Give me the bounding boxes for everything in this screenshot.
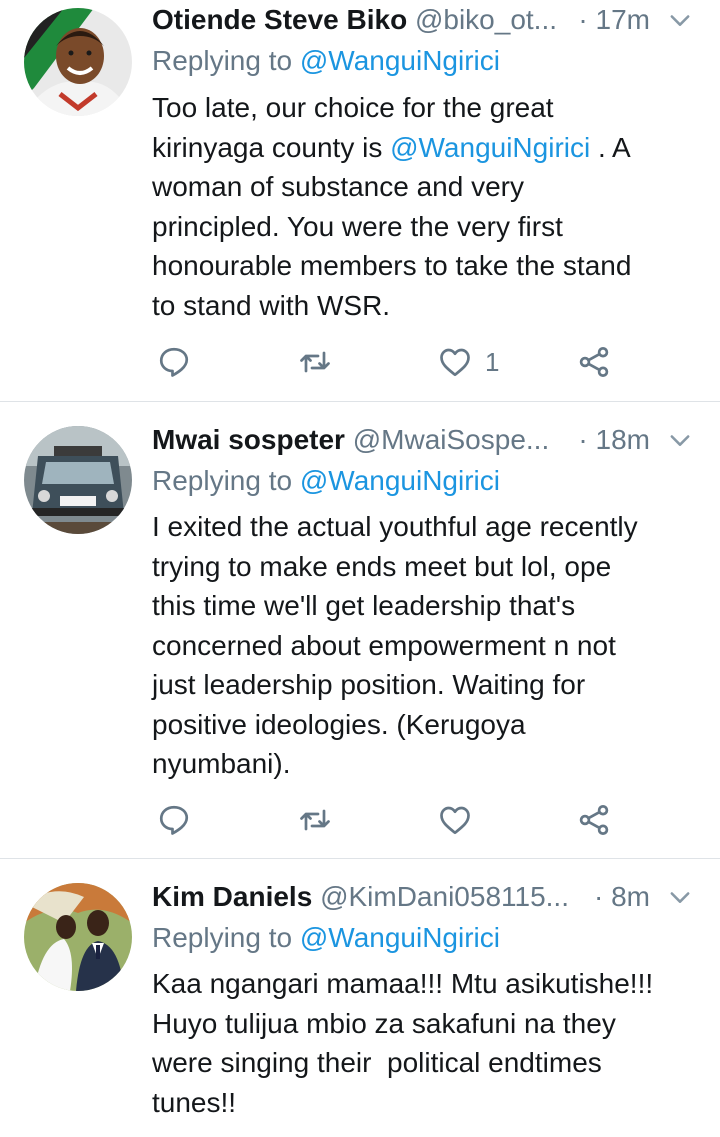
chevron-down-icon[interactable] (666, 883, 694, 911)
replying-prefix: Replying to (152, 465, 293, 496)
retweet-button[interactable] (297, 342, 333, 382)
tweet-line: to stand with WSR. (152, 286, 692, 326)
chevron-down-icon[interactable] (666, 6, 694, 34)
reply-icon (159, 805, 189, 835)
tweet-line: principled. You were the very first (152, 207, 692, 247)
share-button[interactable] (576, 342, 612, 382)
text-span: to stand with WSR. (152, 289, 391, 321)
tweet-line: positive ideologies. (Kerugoya (152, 705, 692, 745)
tweet-text: Kaa ngangari mamaa!!! Mtu asikutishe!!! … (152, 964, 692, 1122)
text-span: Kaa ngangari mamaa!!! Mtu asikutishe!!! (152, 968, 654, 999)
replying-to: Replying to @WanguiNgirici (152, 919, 500, 957)
tweet-header: Otiende Steve Biko @biko_ot... · 17m (152, 0, 700, 40)
like-button[interactable] (437, 800, 485, 840)
tweet-line: Kaa ngangari mamaa!!! Mtu asikutishe!!! (152, 964, 692, 1004)
tweet[interactable]: Otiende Steve Biko @biko_ot... · 17m Rep… (0, 0, 720, 402)
user-handle[interactable]: @MwaiSospe... (353, 424, 550, 455)
text-span: I exited the actual youthful age recentl… (152, 511, 638, 542)
tweet-line: Too late, our choice for the great (152, 88, 692, 128)
like-count: 1 (485, 346, 500, 377)
text-span: nyumbani). (152, 748, 291, 779)
display-name[interactable]: Mwai sospeter (152, 424, 345, 455)
tweet-actions (152, 800, 652, 840)
replying-to: Replying to @WanguiNgirici (152, 462, 500, 500)
reply-mention-link[interactable]: @WanguiNgirici (300, 922, 500, 953)
display-name[interactable]: Kim Daniels (152, 881, 312, 912)
share-button[interactable] (576, 800, 612, 840)
text-span: tunes!! (152, 1086, 237, 1118)
tweet-line: woman of substance and very (152, 167, 692, 207)
tweet-line: concerned about empowerment n not (152, 626, 692, 666)
text-span: positive ideologies. (Kerugoya (152, 708, 526, 740)
user-handle[interactable]: @biko_ot... (415, 4, 557, 35)
tweet-text: Too late, our choice for the great kirin… (152, 88, 692, 325)
text-span: Too late, our choice for the great (152, 92, 554, 123)
share-icon (579, 805, 609, 835)
replying-prefix: Replying to (152, 922, 293, 953)
reply-mention-link[interactable]: @WanguiNgirici (300, 465, 500, 496)
text-span: Huyo tulijua mbio za sakafuni na they (152, 1007, 616, 1039)
tweet-line: were singing their political endtimes (152, 1043, 692, 1083)
mention-link[interactable]: @WanguiNgirici (390, 132, 590, 163)
tweet-line: honourable members to take the stand (152, 246, 692, 286)
tweet-line: tunes!! (152, 1083, 692, 1123)
tweet-line: this time we'll get leadership that's (152, 586, 692, 626)
reply-button[interactable] (156, 342, 192, 382)
chevron-down-icon[interactable] (666, 426, 694, 454)
reply-icon (159, 347, 189, 377)
text-span: honourable members to take the stand (152, 250, 632, 281)
replying-prefix: Replying to (152, 45, 293, 76)
timestamp[interactable]: · 17m (578, 0, 650, 40)
replying-to: Replying to @WanguiNgirici (152, 42, 500, 80)
tweet-line: nyumbani). (152, 744, 692, 784)
text-span: . A (590, 131, 631, 163)
reply-mention-link[interactable]: @WanguiNgirici (300, 45, 500, 76)
tweet-actions: 1 (152, 342, 652, 382)
tweet-line: Huyo tulijua mbio za sakafuni na they (152, 1004, 692, 1044)
text-span: concerned about empowerment n not (152, 629, 616, 661)
avatar[interactable] (24, 8, 132, 116)
timestamp[interactable]: · 8m (594, 877, 650, 917)
tweet-line: I exited the actual youthful age recentl… (152, 507, 692, 547)
text-span: were singing their political endtimes (152, 1047, 602, 1078)
text-span: just leadership position. Waiting for (152, 669, 586, 700)
heart-icon (440, 806, 470, 835)
tweet-line: trying to make ends meet but lol, ope (152, 547, 692, 587)
retweet-icon (300, 351, 330, 373)
tweet[interactable]: Mwai sospeter @MwaiSospe... · 18m Replyi… (0, 402, 720, 859)
text-span: trying to make ends meet but lol, ope (152, 550, 612, 582)
heart-icon (440, 348, 470, 377)
text-span: this time we'll get leadership that's (152, 590, 576, 621)
tweet-line: just leadership position. Waiting for (152, 665, 692, 705)
text-span: kirinyaga county is (152, 131, 391, 163)
share-icon (579, 347, 609, 377)
tweet-text: I exited the actual youthful age recentl… (152, 507, 692, 784)
retweet-button[interactable] (297, 800, 333, 840)
avatar[interactable] (24, 883, 132, 991)
tweet-line: kirinyaga county is @WanguiNgirici . A (152, 128, 692, 168)
timestamp[interactable]: · 18m (578, 420, 650, 460)
text-span: woman of substance and very (152, 171, 524, 202)
display-name[interactable]: Otiende Steve Biko (152, 4, 407, 35)
text-span: principled. You were the very first (152, 210, 563, 242)
reply-button[interactable] (156, 800, 192, 840)
avatar[interactable] (24, 426, 132, 534)
user-handle[interactable]: @KimDani058115... (320, 881, 569, 912)
tweet-header: Kim Daniels @KimDani058115... · 8m (152, 877, 700, 917)
retweet-icon (300, 809, 330, 831)
tweet-header: Mwai sospeter @MwaiSospe... · 18m (152, 420, 700, 460)
tweet[interactable]: Kim Daniels @KimDani058115... · 8m Reply… (0, 859, 720, 1136)
like-button[interactable]: 1 (437, 342, 499, 382)
